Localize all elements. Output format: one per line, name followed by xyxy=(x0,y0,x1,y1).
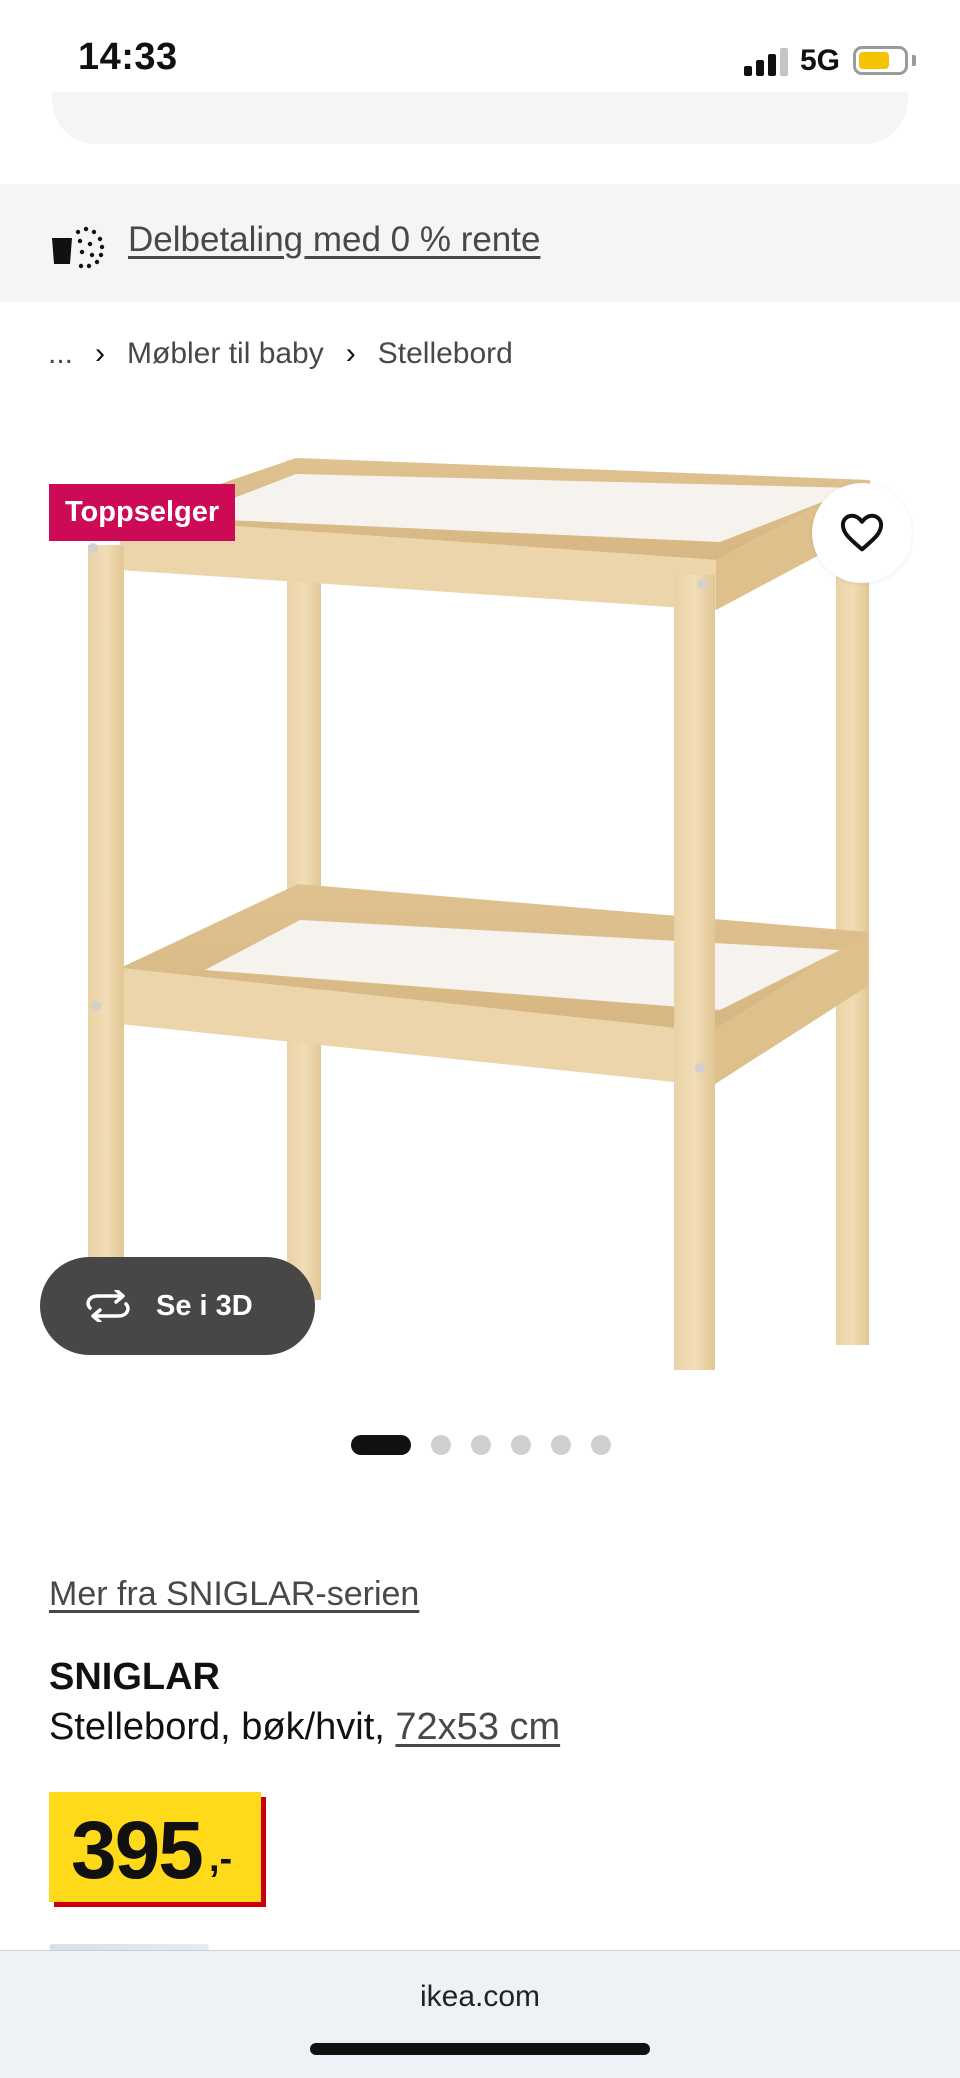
browser-toolbar xyxy=(0,1950,960,2078)
price-suffix: ,- xyxy=(209,1838,233,1880)
cellular-signal-icon xyxy=(744,46,788,76)
chevron-right-icon: › xyxy=(345,337,356,370)
carousel-dot[interactable] xyxy=(591,1435,611,1455)
breadcrumb-item-ellipsis[interactable]: ... xyxy=(48,337,73,371)
product-description: Stellebord, bøk/hvit, 72x53 cm xyxy=(49,1706,560,1749)
status-time: 14:33 xyxy=(78,36,178,78)
carousel-dot[interactable] xyxy=(351,1435,411,1455)
breadcrumb-item-changing-table[interactable]: Stellebord xyxy=(378,337,513,371)
home-indicator[interactable] xyxy=(310,2043,650,2055)
carousel-pagination xyxy=(351,1434,631,1456)
view-3d-button[interactable]: Se i 3D xyxy=(40,1257,315,1355)
product-name: SNIGLAR xyxy=(49,1656,220,1698)
view-3d-label: Se i 3D xyxy=(156,1289,253,1322)
battery-icon xyxy=(853,46,908,75)
installment-payment-icon xyxy=(52,226,105,269)
search-bar-edge[interactable] xyxy=(52,92,908,144)
carousel-dot[interactable] xyxy=(551,1435,571,1455)
favorite-button[interactable] xyxy=(812,483,912,583)
carousel-dot[interactable] xyxy=(511,1435,531,1455)
price-value: 395 xyxy=(71,1805,204,1896)
top-seller-badge: Toppselger xyxy=(49,484,236,541)
carousel-dot[interactable] xyxy=(471,1435,491,1455)
carousel-dot[interactable] xyxy=(431,1435,451,1455)
installment-banner[interactable]: Delbetaling med 0 % rente xyxy=(0,184,960,302)
network-type: 5G xyxy=(800,44,841,77)
battery-level xyxy=(859,52,890,69)
rotate-3d-icon xyxy=(86,1290,130,1322)
price-tag: 395 ,- xyxy=(49,1792,261,1902)
battery-tip xyxy=(912,55,916,66)
heart-outline-icon xyxy=(840,513,884,552)
breadcrumb-item-baby-furniture[interactable]: Møbler til baby xyxy=(127,337,324,371)
installment-link[interactable]: Delbetaling med 0 % rente xyxy=(128,220,540,260)
series-link[interactable]: Mer fra SNIGLAR-serien xyxy=(49,1575,419,1614)
product-description-text: Stellebord, bøk/hvit, xyxy=(49,1706,396,1748)
breadcrumb: ... › Møbler til baby › Stellebord xyxy=(48,334,513,374)
browser-url[interactable]: ikea.com xyxy=(0,1980,960,2014)
chevron-right-icon: › xyxy=(95,337,106,370)
product-size-link[interactable]: 72x53 cm xyxy=(395,1706,560,1748)
